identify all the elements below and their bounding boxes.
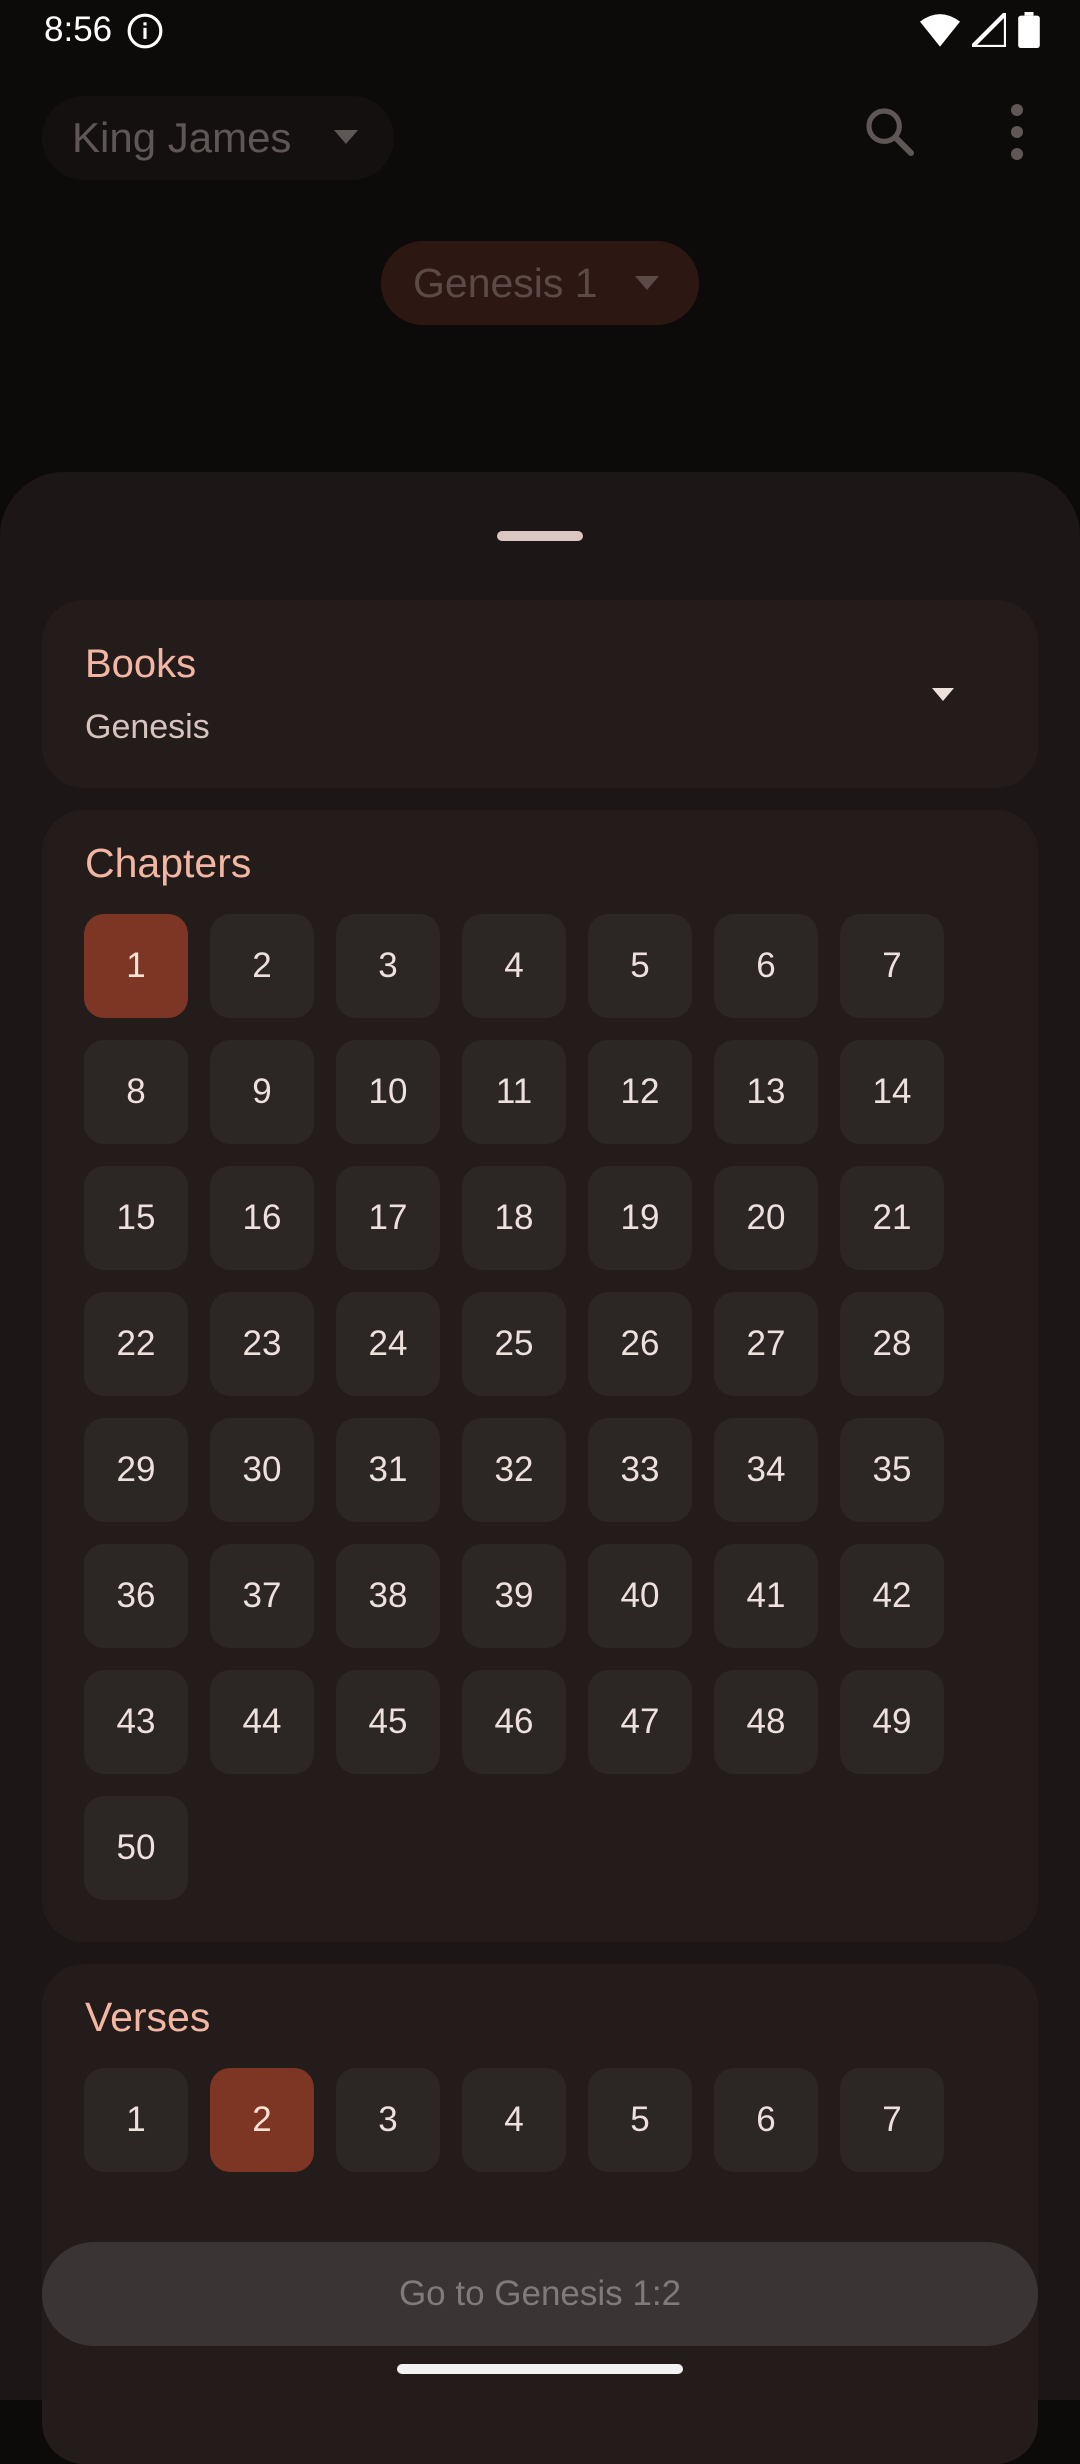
verses-card: Verses 1234567 [42,1964,1038,2464]
chapters-title: Chapters [85,840,252,886]
chapter-cell[interactable]: 27 [714,1292,818,1396]
chapter-cell[interactable]: 16 [210,1166,314,1270]
chapter-cell[interactable]: 28 [840,1292,944,1396]
version-selector[interactable]: King James [42,96,394,180]
chapter-cell[interactable]: 18 [462,1166,566,1270]
verse-cell[interactable]: 4 [462,2068,566,2172]
chapter-cell[interactable]: 46 [462,1670,566,1774]
chapter-cell[interactable]: 10 [336,1040,440,1144]
chapter-cell[interactable]: 29 [84,1418,188,1522]
chapter-cell[interactable]: 17 [336,1166,440,1270]
search-icon[interactable] [862,104,918,160]
verse-cell[interactable]: 5 [588,2068,692,2172]
reference-label: Genesis 1 [413,259,598,306]
verses-grid: 1234567 [84,2068,1004,2172]
verse-cell[interactable]: 6 [714,2068,818,2172]
chapter-cell[interactable]: 13 [714,1040,818,1144]
info-icon [127,13,163,49]
chapter-cell[interactable]: 43 [84,1670,188,1774]
top-app-bar: King James [0,62,1080,212]
chapter-cell[interactable]: 2 [210,914,314,1018]
battery-icon [1018,12,1040,48]
chapter-cell[interactable]: 20 [714,1166,818,1270]
status-icons [920,12,1040,48]
chapter-cell[interactable]: 30 [210,1418,314,1522]
status-bar: 8:56 [0,0,1080,62]
books-title: Books [85,642,197,686]
chapter-cell[interactable]: 11 [462,1040,566,1144]
chapter-cell[interactable]: 38 [336,1544,440,1648]
chapter-cell[interactable]: 14 [840,1040,944,1144]
chapter-cell[interactable]: 35 [840,1418,944,1522]
chapter-cell[interactable]: 50 [84,1796,188,1900]
chapter-cell[interactable]: 47 [588,1670,692,1774]
chapter-cell[interactable]: 33 [588,1418,692,1522]
chapter-cell[interactable]: 1 [84,914,188,1018]
chapter-cell[interactable]: 3 [336,914,440,1018]
gesture-navigation-bar[interactable] [397,2364,683,2374]
selected-book: Genesis [85,708,210,746]
chapter-cell[interactable]: 4 [462,914,566,1018]
chapter-cell[interactable]: 23 [210,1292,314,1396]
chapters-card: Chapters 1 2 3 4 5 6 7 8 9 10 11 12 13 14 15 16 17 18 19 20… [42,810,1038,1942]
version-label: King James [72,114,292,161]
chapter-cell[interactable]: 48 [714,1670,818,1774]
more-options-icon[interactable] [1000,102,1034,162]
chapter-cell[interactable]: 32 [462,1418,566,1522]
verses-title: Verses [85,1994,211,2040]
navigation-bottom-sheet: Books Genesis Chapters 1 2 3 4 5 6 7 8 9 10 11 12 13… [0,472,1080,2464]
chapter-cell[interactable]: 41 [714,1544,818,1648]
chapter-cell[interactable]: 12 [588,1040,692,1144]
chapter-cell[interactable]: 21 [840,1166,944,1270]
chapters-grid: 1 2 3 4 5 6 7 8 9 10 11 12 13 14 15 16 17 18 19 20 21 22 23 24 2… [84,914,1004,1900]
chapter-cell[interactable]: 42 [840,1544,944,1648]
verse-cell[interactable]: 3 [336,2068,440,2172]
dropdown-arrow-icon [635,276,659,290]
status-time: 8:56 [44,10,113,49]
wifi-icon [920,14,960,47]
drag-handle[interactable] [497,531,583,541]
dropdown-arrow-icon [932,688,954,701]
chapter-cell[interactable]: 9 [210,1040,314,1144]
chapter-cell[interactable]: 49 [840,1670,944,1774]
chapter-cell[interactable]: 7 [840,914,944,1018]
chapter-cell[interactable]: 44 [210,1670,314,1774]
verse-cell[interactable]: 2 [210,2068,314,2172]
verse-cell[interactable]: 7 [840,2068,944,2172]
chapter-cell[interactable]: 36 [84,1544,188,1648]
dropdown-arrow-icon [334,130,358,144]
chapter-cell[interactable]: 6 [714,914,818,1018]
chapter-cell[interactable]: 8 [84,1040,188,1144]
chapter-cell[interactable]: 45 [336,1670,440,1774]
chapter-cell[interactable]: 39 [462,1544,566,1648]
go-to-reference-button[interactable]: Go to Genesis 1:2 [42,2242,1038,2346]
books-dropdown[interactable]: Books Genesis [42,600,1038,788]
chapter-cell[interactable]: 24 [336,1292,440,1396]
chapter-cell[interactable]: 5 [588,914,692,1018]
chapter-cell[interactable]: 34 [714,1418,818,1522]
chapter-cell[interactable]: 26 [588,1292,692,1396]
chapter-cell[interactable]: 15 [84,1166,188,1270]
chapter-cell[interactable]: 25 [462,1292,566,1396]
chapter-cell[interactable]: 22 [84,1292,188,1396]
chapter-cell[interactable]: 19 [588,1166,692,1270]
reference-selector[interactable]: Genesis 1 [381,241,699,325]
chapter-cell[interactable]: 40 [588,1544,692,1648]
chapter-cell[interactable]: 31 [336,1418,440,1522]
verse-cell[interactable]: 1 [84,2068,188,2172]
chapter-cell[interactable]: 37 [210,1544,314,1648]
signal-icon [972,13,1006,47]
